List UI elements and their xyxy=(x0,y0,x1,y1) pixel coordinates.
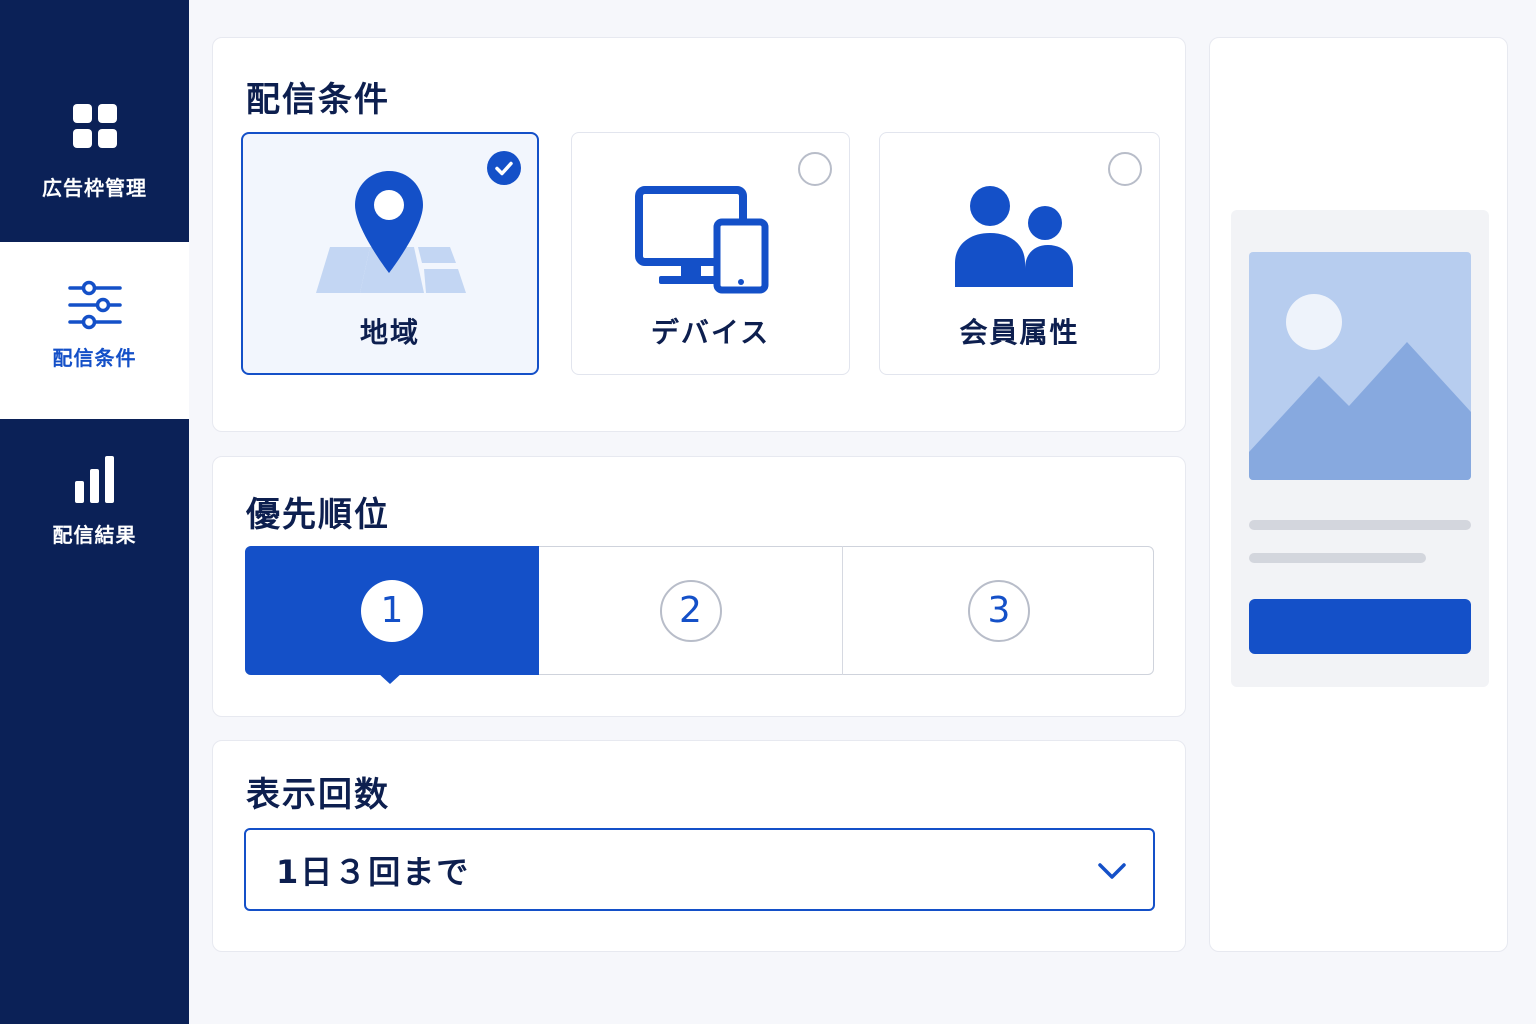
selection-pointer xyxy=(377,672,403,684)
app-root: 広告枠管理 配信条件 配信結果 配信条件 地域 デバイス 会員属性 優先順位 1… xyxy=(0,0,1536,1024)
select-value: 1日３回まで xyxy=(276,852,471,891)
condition-option-region[interactable]: 地域 xyxy=(241,132,539,375)
condition-option-device[interactable]: デバイス xyxy=(571,132,850,375)
sidebar-item-label: 配信条件 xyxy=(52,346,137,370)
ad-preview-panel xyxy=(1209,37,1508,952)
section-title: 表示回数 xyxy=(246,775,390,815)
section-title: 優先順位 xyxy=(246,495,390,535)
option-label: 地域 xyxy=(359,316,420,349)
delivery-conditions-card: 配信条件 地域 デバイス 会員属性 xyxy=(212,37,1186,432)
display-count-card: 表示回数 1日３回まで xyxy=(212,740,1186,952)
priority-option-3[interactable]: 3 xyxy=(843,546,1155,675)
priority-option-1[interactable]: 1 xyxy=(245,546,539,684)
users-icon xyxy=(955,186,1073,287)
checkbox-unchecked[interactable] xyxy=(798,152,832,186)
priority-number: 3 xyxy=(968,579,1030,642)
priority-option-2[interactable]: 2 xyxy=(539,546,843,675)
text-placeholder xyxy=(1249,520,1471,530)
option-label: デバイス xyxy=(650,316,771,349)
sidebar-item-label: 配信結果 xyxy=(52,523,137,547)
option-label: 会員属性 xyxy=(959,316,1080,349)
map-pin-icon xyxy=(316,171,466,293)
preview-cta-button xyxy=(1249,599,1471,654)
check-icon xyxy=(495,161,513,176)
section-title: 配信条件 xyxy=(246,80,390,120)
chevron-down-icon xyxy=(1098,863,1126,879)
priority-number: 1 xyxy=(361,579,423,642)
sidebar-item-delivery-conditions[interactable]: 配信条件 xyxy=(0,242,189,419)
sidebar-item-ad-slots[interactable]: 広告枠管理 xyxy=(0,0,189,242)
text-placeholder xyxy=(1249,553,1426,563)
ad-preview-mockup xyxy=(1231,210,1489,687)
sidebar-item-delivery-results[interactable]: 配信結果 xyxy=(0,419,189,589)
priority-segmented-control: 1 2 3 xyxy=(245,546,1155,684)
bar-chart-icon xyxy=(74,456,114,503)
priority-card: 優先順位 1 2 3 xyxy=(212,456,1186,717)
grid-icon xyxy=(72,104,117,148)
sidebar-item-label: 広告枠管理 xyxy=(42,176,147,200)
checkbox-unchecked[interactable] xyxy=(1108,152,1142,186)
sidebar: 広告枠管理 配信条件 配信結果 xyxy=(0,0,189,1024)
image-placeholder-icon xyxy=(1249,252,1471,480)
sliders-icon xyxy=(67,280,122,330)
checkbox-checked[interactable] xyxy=(487,151,521,185)
devices-icon xyxy=(635,186,769,294)
display-count-select[interactable]: 1日３回まで xyxy=(244,828,1155,911)
priority-number: 2 xyxy=(659,579,722,642)
condition-option-member-attributes[interactable]: 会員属性 xyxy=(879,132,1160,375)
